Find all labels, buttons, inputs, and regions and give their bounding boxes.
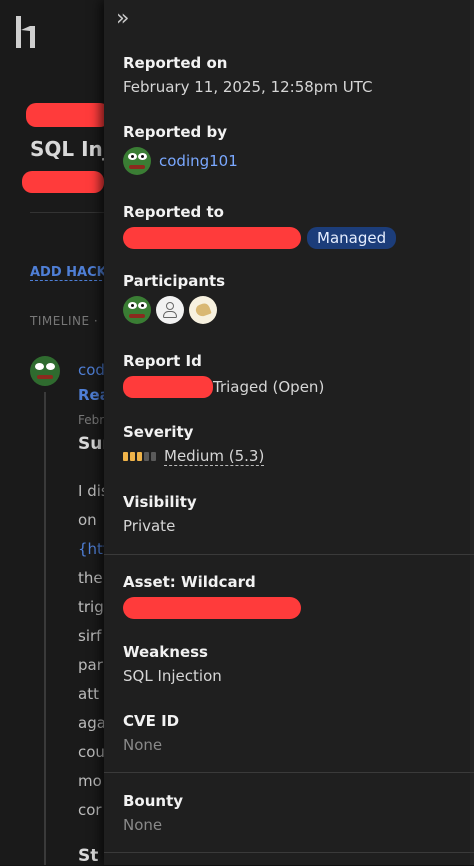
comment-text-fragment: cor	[78, 801, 102, 819]
cve-field: CVE ID None	[123, 712, 179, 754]
redacted-block	[22, 171, 104, 193]
reported-by-label: Reported by	[123, 123, 227, 141]
comment-date-fragment: Febr	[78, 413, 105, 427]
visibility-label: Visibility	[123, 493, 197, 511]
user-icon	[166, 302, 174, 310]
panel-scrollbar[interactable]	[470, 0, 474, 865]
report-details-panel: » Reported on February 11, 2025, 12:58pm…	[104, 0, 474, 865]
participant-avatar[interactable]	[189, 296, 217, 324]
bounty-value: None	[123, 816, 163, 834]
severity-meter-segment	[144, 452, 149, 461]
wing-icon	[194, 301, 212, 319]
timeline-heading: TIMELINE ·	[30, 314, 99, 328]
weakness-value: SQL Injection	[123, 667, 222, 685]
severity-meter-icon	[123, 452, 156, 461]
add-hacker-link[interactable]: ADD HACK	[30, 265, 107, 281]
severity-meter-segment	[137, 452, 142, 461]
reported-by-field: Reported by coding101	[123, 123, 238, 175]
cve-label: CVE ID	[123, 712, 180, 730]
severity-meter-segment	[123, 452, 128, 461]
participant-avatar[interactable]	[123, 296, 151, 324]
comment-heading-fragment: St	[78, 846, 99, 866]
severity-meter-segment	[130, 452, 135, 461]
comment-text-fragment: aga	[78, 714, 106, 732]
asset-field: Asset: Wildcard	[123, 573, 301, 619]
reported-to-label: Reported to	[123, 203, 224, 221]
comment-text-fragment: par	[78, 656, 103, 674]
comment-text-fragment: att	[78, 685, 99, 703]
weakness-label: Weakness	[123, 643, 208, 661]
redacted-report-id	[123, 376, 213, 398]
divider	[104, 852, 474, 853]
comment-text-fragment: the	[78, 569, 103, 587]
reporter-username-link[interactable]: coding101	[159, 152, 238, 170]
redacted-program-name	[123, 227, 301, 249]
reported-to-field: Reported to Managed	[123, 203, 397, 249]
report-status: Triaged (Open)	[213, 378, 325, 396]
report-id-field: Report Id Triaged (Open)	[123, 352, 324, 398]
bounty-label: Bounty	[123, 792, 184, 810]
participants-label: Participants	[123, 272, 226, 290]
participants-field: Participants	[123, 272, 225, 324]
severity-meter-segment	[151, 452, 156, 461]
comment-text-fragment: sirf	[78, 627, 102, 645]
visibility-field: Visibility Private	[123, 493, 197, 535]
commenter-avatar	[30, 356, 60, 386]
double-chevron-right-icon: »	[116, 6, 130, 31]
timeline-line	[44, 392, 46, 865]
managed-badge: Managed	[307, 227, 397, 249]
asset-label: Asset: Wildcard	[123, 573, 256, 591]
severity-field: Severity Medium (5.3)	[123, 423, 265, 466]
participant-avatar[interactable]	[156, 296, 184, 324]
report-id-label: Report Id	[123, 352, 202, 370]
hackerone-logo	[16, 16, 35, 48]
cve-value: None	[123, 736, 163, 754]
divider	[104, 554, 474, 555]
bounty-field: Bounty None	[123, 792, 183, 834]
commenter-name-fragment[interactable]: cod	[78, 361, 105, 379]
comment-text-fragment: cou	[78, 743, 105, 761]
reported-on-value: February 11, 2025, 12:58pm UTC	[123, 78, 373, 96]
reporter-avatar[interactable]	[123, 147, 151, 175]
reported-on-field: Reported on February 11, 2025, 12:58pm U…	[123, 54, 372, 96]
comment-text-fragment: mo	[78, 772, 102, 790]
comment-text-fragment: trig	[78, 598, 104, 616]
divider	[30, 212, 110, 213]
collapse-panel-button[interactable]: »	[116, 6, 129, 31]
comment-text-fragment: on	[78, 511, 97, 529]
divider	[104, 772, 474, 773]
severity-label: Severity	[123, 423, 194, 441]
redacted-asset	[123, 597, 301, 619]
reported-on-label: Reported on	[123, 54, 228, 72]
visibility-value: Private	[123, 517, 176, 535]
severity-value[interactable]: Medium (5.3)	[164, 447, 265, 466]
weakness-field: Weakness SQL Injection	[123, 643, 222, 685]
redacted-block	[26, 103, 110, 127]
